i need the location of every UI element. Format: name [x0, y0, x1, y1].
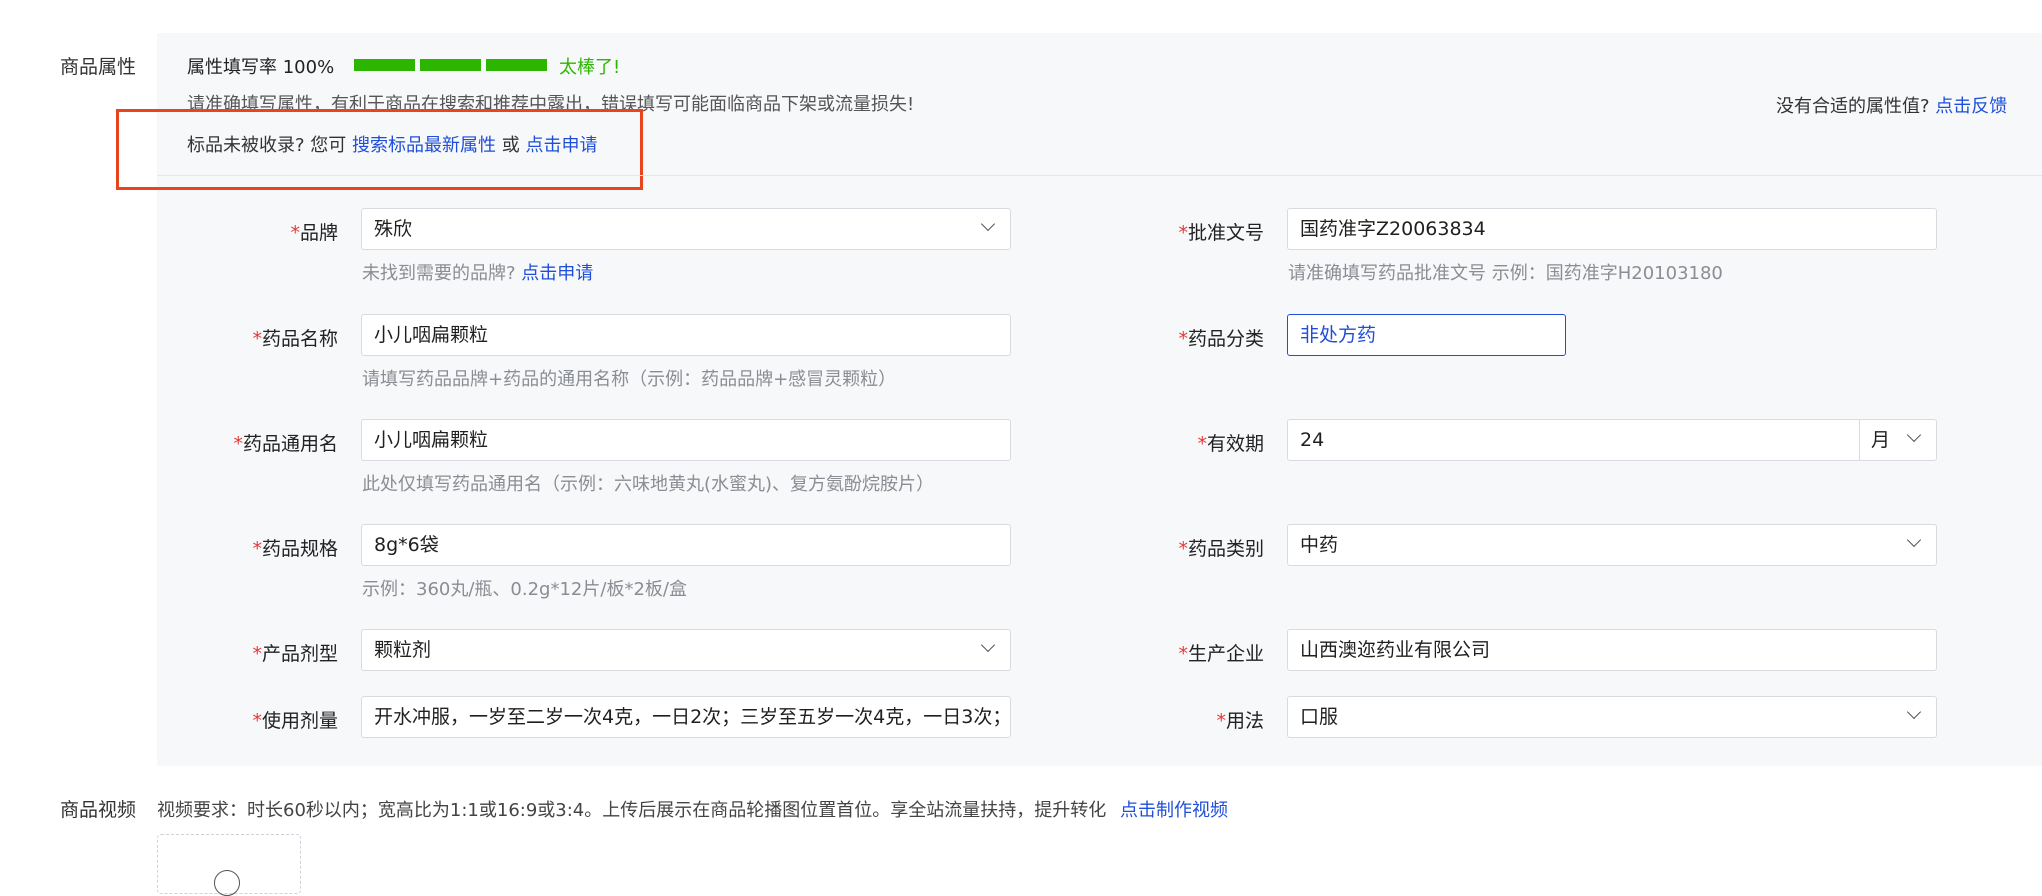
manufacturer-input[interactable]: 山西澳迩药业有限公司 — [1287, 629, 1937, 671]
brand-value: 殊欣 — [374, 218, 413, 240]
validity-label: *有效期 — [1197, 433, 1264, 455]
validity-input[interactable]: 24 月 — [1287, 419, 1937, 461]
section-divider — [157, 175, 2042, 176]
usage-label: *用法 — [1216, 710, 1264, 732]
video-upload-box[interactable] — [157, 834, 301, 896]
highlight-annotation-box — [116, 109, 643, 190]
chevron-down-icon — [1906, 532, 1922, 548]
brand-hint-text: 未找到需要的品牌? — [362, 263, 516, 284]
drug-type-label: *药品类别 — [1178, 538, 1264, 560]
manufacturer-label: *生产企业 — [1178, 643, 1264, 665]
usage-select[interactable]: 口服 — [1287, 696, 1937, 738]
feedback-prompt: 没有合适的属性值? 点击反馈 — [1776, 92, 2007, 118]
spec-value: 8g*6袋 — [374, 534, 439, 556]
dosage-value: 开水冲服，一岁至二岁一次4克，一日2次；三岁至五岁一次4克，一日3次； — [374, 706, 1011, 728]
drug-name-hint: 请填写药品品牌+药品的通用名称（示例：药品品牌+感冒灵颗粒） — [362, 369, 897, 390]
drug-category-value: 非处方药 — [1300, 324, 1377, 346]
usage-label-text: 用法 — [1225, 710, 1264, 732]
progress-segment-2 — [420, 59, 481, 71]
approval-no-hint: 请准确填写药品批准文号 示例：国药准字H20103180 — [1288, 263, 1723, 284]
dosage-label-text: 使用剂量 — [261, 710, 338, 732]
manufacturer-value: 山西澳迩药业有限公司 — [1300, 639, 1491, 661]
attributes-section-label: 商品属性 — [60, 56, 137, 78]
fill-rate-label: 属性填写率 100% — [187, 57, 335, 78]
brand-hint: 未找到需要的品牌? 点击申请 — [362, 259, 593, 285]
validity-value: 24 — [1300, 429, 1325, 451]
drug-name-input[interactable]: 小儿咽扁颗粒 — [361, 314, 1011, 356]
drug-name-label-text: 药品名称 — [261, 328, 338, 350]
dosage-form-value: 颗粒剂 — [374, 639, 432, 661]
drug-type-value: 中药 — [1300, 534, 1339, 556]
drug-category-option[interactable]: 非处方药 — [1287, 314, 1566, 356]
unit-separator — [1859, 420, 1860, 460]
spec-input[interactable]: 8g*6袋 — [361, 524, 1011, 566]
drug-type-select[interactable]: 中药 — [1287, 524, 1937, 566]
progress-segment-3 — [486, 59, 547, 71]
validity-label-text: 有效期 — [1206, 433, 1264, 455]
approval-no-label: *批准文号 — [1178, 222, 1264, 244]
fill-rate-progress — [354, 59, 547, 71]
progress-segment-1 — [354, 59, 415, 71]
video-section-label: 商品视频 — [60, 799, 137, 821]
dosage-input[interactable]: 开水冲服，一岁至二岁一次4克，一日2次；三岁至五岁一次4克，一日3次； — [361, 696, 1011, 738]
feedback-link[interactable]: 点击反馈 — [1935, 96, 2007, 117]
manufacturer-label-text: 生产企业 — [1187, 643, 1264, 665]
brand-select[interactable]: 殊欣 — [361, 208, 1011, 250]
chevron-down-icon — [980, 216, 996, 232]
generic-name-hint: 此处仅填写药品通用名（示例：六味地黄丸(水蜜丸)、复方氨酚烷胺片） — [362, 474, 935, 495]
approval-no-input[interactable]: 国药准字Z20063834 — [1287, 208, 1937, 250]
drug-category-label: *药品分类 — [1178, 328, 1264, 350]
dosage-form-label-text: 产品剂型 — [261, 643, 338, 665]
approval-no-value: 国药准字Z20063834 — [1300, 218, 1486, 240]
generic-name-input[interactable]: 小儿咽扁颗粒 — [361, 419, 1011, 461]
brand-label: *品牌 — [290, 222, 338, 244]
fill-rate-praise: 太棒了! — [559, 57, 621, 78]
validity-unit-select[interactable]: 月 — [1871, 420, 1890, 460]
drug-name-label: *药品名称 — [252, 328, 338, 350]
dosage-form-label: *产品剂型 — [252, 643, 338, 665]
approval-no-label-text: 批准文号 — [1187, 222, 1264, 244]
no-suitable-text: 没有合适的属性值? — [1776, 96, 1930, 117]
make-video-link[interactable]: 点击制作视频 — [1120, 800, 1228, 821]
brand-label-text: 品牌 — [299, 222, 338, 244]
brand-apply-link[interactable]: 点击申请 — [521, 263, 593, 284]
dosage-form-select[interactable]: 颗粒剂 — [361, 629, 1011, 671]
generic-name-label: *药品通用名 — [233, 433, 338, 455]
chevron-down-icon — [1906, 704, 1922, 720]
drug-category-label-text: 药品分类 — [1187, 328, 1264, 350]
spec-label: *药品规格 — [252, 538, 338, 560]
generic-name-label-text: 药品通用名 — [242, 433, 338, 455]
video-requirement: 视频要求：时长60秒以内；宽高比为1:1或16:9或3:4。上传后展示在商品轮播… — [157, 796, 1228, 822]
chevron-down-icon — [1906, 427, 1922, 443]
usage-value: 口服 — [1300, 706, 1339, 728]
chevron-down-icon — [980, 637, 996, 653]
spec-hint: 示例：360丸/瓶、0.2g*12片/板*2板/盒 — [362, 579, 687, 600]
generic-name-value: 小儿咽扁颗粒 — [374, 429, 489, 451]
spec-label-text: 药品规格 — [261, 538, 338, 560]
dosage-label: *使用剂量 — [252, 710, 338, 732]
validity-unit-value: 月 — [1871, 429, 1891, 451]
video-requirement-text: 视频要求：时长60秒以内；宽高比为1:1或16:9或3:4。上传后展示在商品轮播… — [157, 800, 1107, 821]
drug-name-value: 小儿咽扁颗粒 — [374, 324, 489, 346]
drug-type-label-text: 药品类别 — [1187, 538, 1264, 560]
